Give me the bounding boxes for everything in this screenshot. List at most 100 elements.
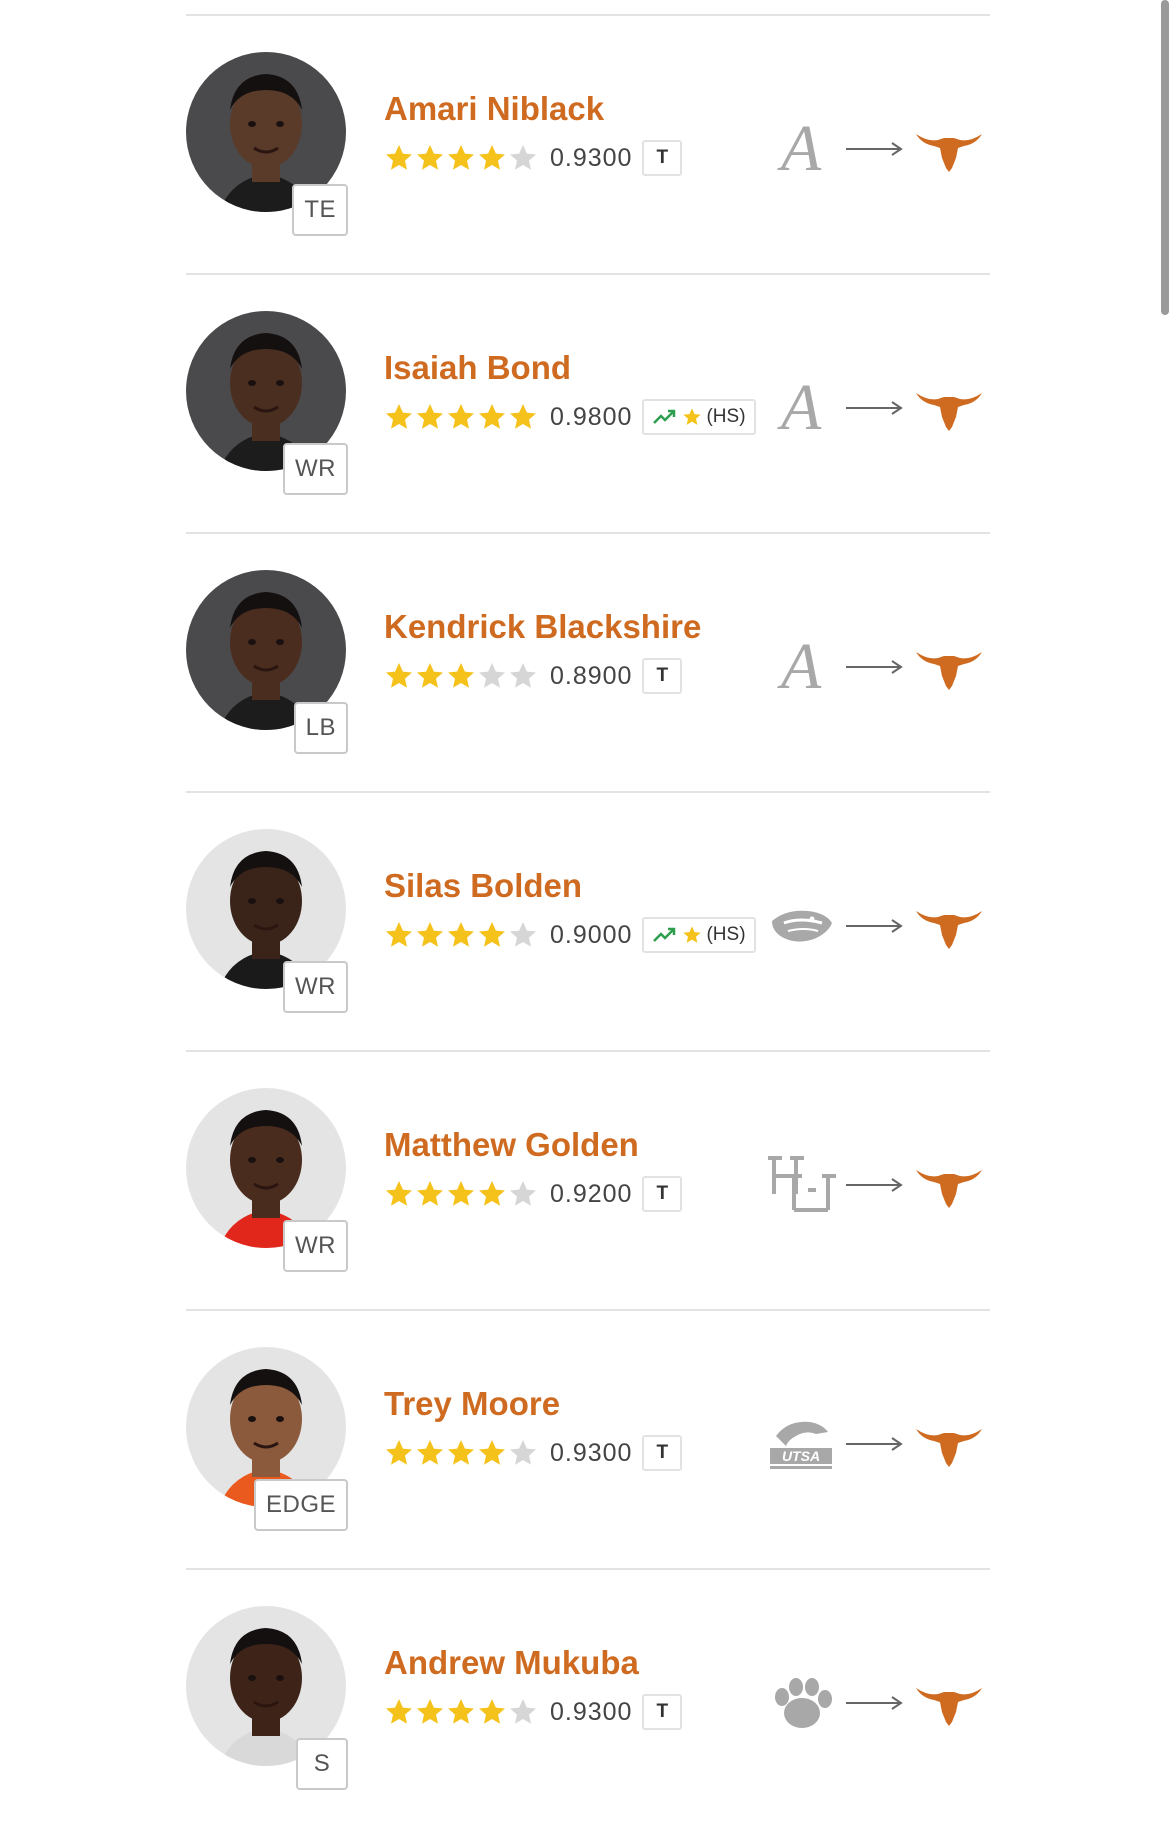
player-avatar-wrap[interactable]: WR: [186, 829, 348, 1013]
star-filled-icon: [417, 1699, 443, 1724]
star-filled-icon: [448, 1699, 474, 1724]
star-filled-icon: [479, 1181, 505, 1206]
arrow-right-icon: [844, 1434, 904, 1454]
transfer-tag[interactable]: T: [642, 1694, 683, 1730]
texas-longhorn-icon[interactable]: [914, 901, 984, 951]
star-rating: [384, 143, 538, 173]
player-name-link[interactable]: Matthew Golden: [384, 1126, 639, 1164]
scrollbar[interactable]: [1161, 0, 1169, 315]
star-filled-icon: [479, 404, 505, 429]
star-filled-icon: [479, 145, 505, 170]
player-row[interactable]: LB Kendrick Blackshire 0.8900 T A: [186, 532, 990, 791]
star-filled-icon: [448, 922, 474, 947]
oregon-state-logo-icon[interactable]: [766, 891, 836, 961]
player-row[interactable]: TE Amari Niblack 0.9300 T A: [186, 14, 990, 273]
texas-longhorn-icon[interactable]: [914, 383, 984, 433]
player-name-link[interactable]: Isaiah Bond: [384, 349, 571, 387]
star-rating: [384, 402, 538, 432]
rating-value: 0.9300: [550, 1438, 633, 1467]
star-filled-icon: [448, 1181, 474, 1206]
star-filled-icon: [386, 1440, 412, 1465]
player-name-link[interactable]: Silas Bolden: [384, 867, 582, 905]
player-name-link[interactable]: Amari Niblack: [384, 90, 604, 128]
player-avatar-wrap[interactable]: WR: [186, 311, 348, 495]
hs-trend-tag[interactable]: (HS): [642, 399, 756, 435]
star-filled-icon: [386, 1699, 412, 1724]
star-rating: [384, 920, 538, 950]
transfer-tag[interactable]: T: [642, 1435, 683, 1471]
rating-value: 0.9300: [550, 1697, 633, 1726]
texas-longhorn-icon[interactable]: [914, 642, 984, 692]
clemson-logo-icon[interactable]: [766, 1668, 836, 1738]
star-icon: [683, 408, 702, 425]
player-avatar-wrap[interactable]: LB: [186, 570, 348, 754]
star-filled-icon: [386, 145, 412, 170]
star-filled-icon: [417, 663, 443, 688]
player-name-link[interactable]: Andrew Mukuba: [384, 1644, 639, 1682]
transfer-tag[interactable]: T: [642, 1176, 683, 1212]
star-filled-icon: [448, 145, 474, 170]
alabama-logo-icon[interactable]: A: [766, 373, 836, 443]
arrow-right-icon: [844, 1175, 904, 1195]
arrow-right-icon: [844, 657, 904, 677]
texas-longhorn-icon[interactable]: [914, 1678, 984, 1728]
rating-value: 0.9300: [550, 143, 633, 172]
player-avatar-wrap[interactable]: S: [186, 1606, 348, 1790]
player-row[interactable]: WR Silas Bolden 0.9000 (HS): [186, 791, 990, 1050]
player-avatar-wrap[interactable]: EDGE: [186, 1347, 348, 1531]
rating-line: 0.9200 T: [384, 1174, 683, 1214]
player-avatar-wrap[interactable]: WR: [186, 1088, 348, 1272]
houston-logo-icon[interactable]: [766, 1150, 836, 1220]
player-row[interactable]: EDGE Trey Moore 0.9300 T UTSA: [186, 1309, 990, 1568]
star-filled-icon: [448, 1440, 474, 1465]
player-name-link[interactable]: Kendrick Blackshire: [384, 608, 701, 646]
transfer-tag[interactable]: T: [642, 658, 683, 694]
rating-value: 0.9200: [550, 1179, 633, 1208]
star-rating: [384, 1179, 538, 1209]
arrow-right-icon: [844, 1693, 904, 1713]
star-empty-icon: [510, 145, 536, 170]
transfer-path: [766, 1150, 984, 1220]
rating-value: 0.8900: [550, 661, 633, 690]
player-row[interactable]: S Andrew Mukuba 0.9300 T: [186, 1568, 990, 1827]
star-filled-icon: [386, 1181, 412, 1206]
rating-line: 0.9300 T: [384, 138, 683, 178]
player-row[interactable]: WR Isaiah Bond 0.9800 (HS) A: [186, 273, 990, 532]
texas-longhorn-icon[interactable]: [914, 1419, 984, 1469]
player-avatar-wrap[interactable]: TE: [186, 52, 348, 236]
alabama-logo-icon[interactable]: A: [766, 114, 836, 184]
trending-up-icon: [653, 927, 676, 942]
star-filled-icon: [386, 404, 412, 429]
texas-longhorn-icon[interactable]: [914, 1160, 984, 1210]
star-filled-icon: [386, 663, 412, 688]
rating-line: 0.9800 (HS): [384, 397, 756, 437]
star-filled-icon: [479, 1699, 505, 1724]
position-badge: S: [296, 1738, 348, 1790]
star-rating: [384, 1438, 538, 1468]
player-name-link[interactable]: Trey Moore: [384, 1385, 560, 1423]
hs-label: (HS): [706, 924, 746, 945]
transfer-path: UTSA: [766, 1409, 984, 1479]
rating-line: 0.9300 T: [384, 1433, 683, 1473]
star-filled-icon: [448, 663, 474, 688]
svg-text:A: A: [777, 114, 822, 184]
texas-longhorn-icon[interactable]: [914, 124, 984, 174]
rating-value: 0.9000: [550, 920, 633, 949]
transfer-path: A: [766, 373, 984, 443]
star-empty-icon: [510, 1699, 536, 1724]
svg-text:UTSA: UTSA: [782, 1448, 820, 1464]
utsa-logo-icon[interactable]: UTSA: [766, 1409, 836, 1479]
position-badge: WR: [283, 443, 348, 495]
transfer-path: A: [766, 632, 984, 702]
star-filled-icon: [417, 1181, 443, 1206]
player-row[interactable]: WR Matthew Golden 0.9200 T: [186, 1050, 990, 1309]
arrow-right-icon: [844, 398, 904, 418]
transfer-tag[interactable]: T: [642, 140, 683, 176]
hs-trend-tag[interactable]: (HS): [642, 917, 756, 953]
star-filled-icon: [417, 145, 443, 170]
alabama-logo-icon[interactable]: A: [766, 632, 836, 702]
rating-line: 0.9300 T: [384, 1692, 683, 1732]
star-filled-icon: [386, 922, 412, 947]
star-icon: [683, 926, 702, 943]
star-filled-icon: [510, 404, 536, 429]
